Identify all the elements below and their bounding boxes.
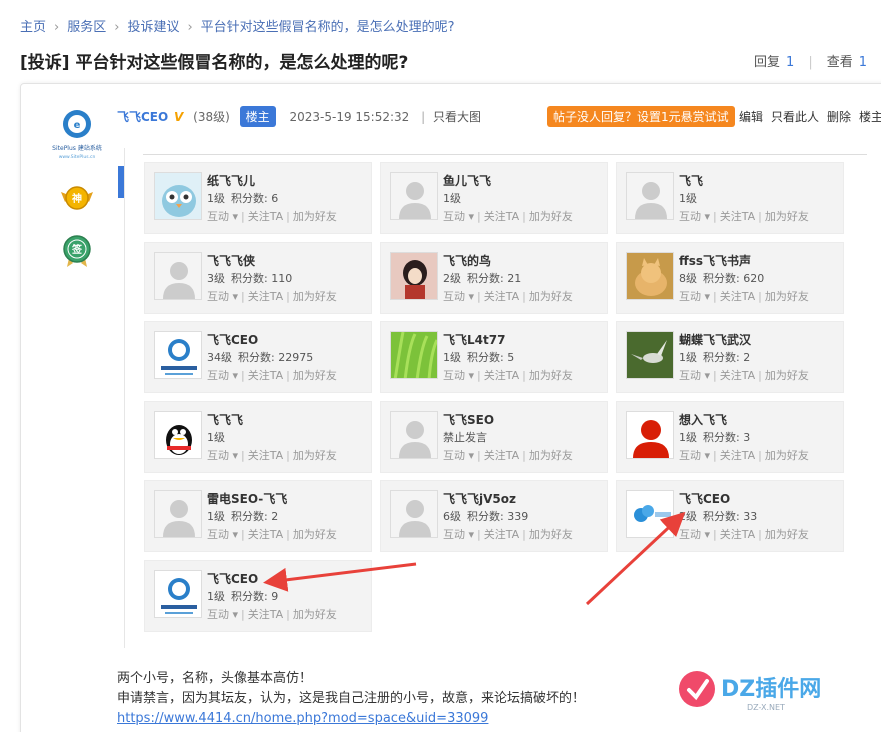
post-content: 两个小号，名称，头像基本高仿！ 申请禁言，因为其坛友，认为，这是我自己注册的小号… bbox=[117, 669, 585, 729]
post-card: e SitePlus 建站系统 www.SitePlus.cn 神 签 飞飞CE… bbox=[20, 83, 881, 732]
watermark-logo: DZ插件网 DZ-X.NET bbox=[679, 671, 821, 712]
content-line: 申请禁言，因为其坛友，认为，这是我自己注册的小号，故意，来论坛搞破坏的！ bbox=[117, 691, 586, 706]
reply-label: 回复 bbox=[754, 55, 781, 70]
chevron-right-icon: › bbox=[54, 20, 60, 35]
content-line: 两个小号，名称，头像基本高仿！ bbox=[117, 671, 313, 686]
red-arrow-icon bbox=[263, 562, 417, 592]
chevron-right-icon: › bbox=[187, 20, 193, 35]
reply-count: 1 bbox=[786, 55, 795, 70]
watermark-text: DZ插件网 bbox=[721, 677, 821, 702]
breadcrumb-service[interactable]: 服务区 bbox=[67, 20, 106, 35]
page-title: [投诉] 平台针对这些假冒名称的，是怎么处理的呢? bbox=[20, 53, 409, 73]
red-arrow-icon bbox=[585, 511, 686, 606]
thread-stats: 回复 1 | 查看 1 bbox=[754, 51, 881, 70]
chevron-right-icon: › bbox=[114, 20, 120, 35]
view-label: 查看 bbox=[826, 55, 853, 70]
breadcrumb: 主页 › 服务区 › 投诉建议 › 平台针对这些假冒名称的，是怎么处理的呢? bbox=[20, 16, 455, 35]
watermark-subtext: DZ-X.NET bbox=[747, 703, 785, 712]
divider: | bbox=[808, 55, 813, 70]
breadcrumb-complaints[interactable]: 投诉建议 bbox=[127, 20, 179, 35]
annotation-arrows bbox=[263, 511, 686, 606]
space-link[interactable]: https://www.4414.cn/home.php?mod=space&u… bbox=[117, 711, 488, 726]
breadcrumb-thread[interactable]: 平台针对这些假冒名称的，是怎么处理的呢? bbox=[201, 20, 455, 35]
view-count: 1 bbox=[858, 55, 867, 70]
breadcrumb-home[interactable]: 主页 bbox=[20, 20, 46, 35]
